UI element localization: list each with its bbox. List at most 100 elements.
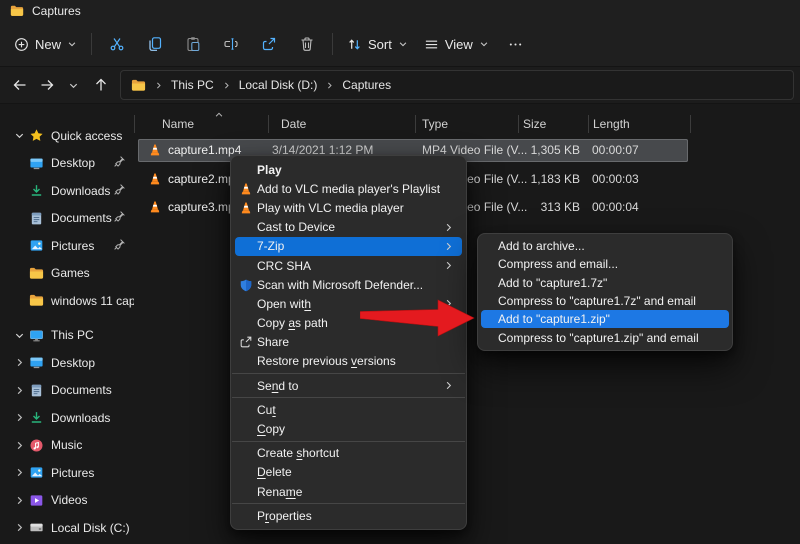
column-header-size[interactable]: Size: [523, 111, 546, 137]
scissors-icon: [109, 36, 125, 52]
context-menu-item-play-with-vlc-media-player[interactable]: Play with VLC media player: [235, 198, 462, 217]
column-header-name[interactable]: Name: [162, 111, 194, 137]
context-menu-item-properties[interactable]: Properties: [235, 506, 462, 525]
downloads-icon: [28, 183, 44, 198]
sidebar-section-quick-access[interactable]: Quick access: [0, 122, 134, 150]
chevron-down-icon[interactable]: [10, 330, 28, 341]
context-menu-item-play[interactable]: Play: [235, 160, 462, 179]
downloads-icon: [28, 410, 44, 425]
menu-item-label: Share: [257, 335, 289, 349]
sidebar-item-games[interactable]: Games: [0, 260, 134, 288]
paste-button[interactable]: [174, 28, 212, 60]
chevron-down-icon[interactable]: [10, 130, 28, 141]
submenu-item-compress-and-email-[interactable]: Compress and email...: [481, 255, 729, 273]
menu-item-label: Copy as path: [257, 316, 328, 330]
menu-item-label: Create shortcut: [257, 446, 339, 460]
up-button[interactable]: [87, 71, 114, 99]
menu-icon-spacer: [239, 296, 257, 312]
column-divider[interactable]: [134, 115, 135, 133]
chevron-right-icon: [154, 81, 163, 90]
sidebar-item-windows-11-capptu[interactable]: windows 11 capptu: [0, 287, 134, 315]
column-header-length[interactable]: Length: [593, 111, 630, 137]
delete-button[interactable]: [288, 28, 326, 60]
sidebar-item-label: Games: [51, 266, 90, 280]
sidebar-item-label: Documents: [51, 211, 112, 225]
context-menu-item-crc-sha[interactable]: CRC SHA: [235, 256, 462, 275]
window-tab-title[interactable]: Captures: [32, 4, 81, 18]
menu-item-label: 7-Zip: [257, 239, 284, 253]
column-divider[interactable]: [518, 115, 519, 133]
menu-icon-spacer: [239, 258, 257, 274]
copy-icon: [147, 36, 163, 52]
sidebar-item-label: Downloads: [51, 184, 110, 198]
chevron-right-icon[interactable]: [10, 495, 28, 506]
menu-item-label: Play: [257, 163, 282, 177]
submenu-item-compress-to-capture1-7z-and-email[interactable]: Compress to "capture1.7z" and email: [481, 292, 729, 310]
context-menu-item-restore-previous-versions[interactable]: Restore previous versions: [235, 352, 462, 371]
share-button[interactable]: [250, 28, 288, 60]
more-options-button[interactable]: [497, 28, 535, 60]
context-menu-item-7-zip[interactable]: 7-Zip: [235, 237, 462, 256]
chevron-right-icon[interactable]: [10, 522, 28, 533]
column-header-date[interactable]: Date: [281, 111, 306, 137]
submenu-item-compress-to-capture1-zip-and-email[interactable]: Compress to "capture1.zip" and email: [481, 328, 729, 346]
view-button[interactable]: View: [416, 28, 497, 60]
sidebar-item-desktop[interactable]: Desktop: [0, 349, 134, 377]
chevron-right-icon[interactable]: [10, 385, 28, 396]
breadcrumb-captures[interactable]: Captures: [342, 78, 391, 92]
column-divider[interactable]: [588, 115, 589, 133]
submenu-item-add-to-archive-[interactable]: Add to archive...: [481, 237, 729, 255]
context-menu-item-create-shortcut[interactable]: Create shortcut: [235, 444, 462, 463]
sidebar-item-documents[interactable]: Documents: [0, 377, 134, 405]
star-icon: [28, 128, 44, 143]
breadcrumb-this-pc[interactable]: This PC: [171, 78, 214, 92]
sidebar-item-pictures[interactable]: Pictures: [0, 459, 134, 487]
context-menu-item-cast-to-device[interactable]: Cast to Device: [235, 218, 462, 237]
sidebar-item-pictures[interactable]: Pictures: [0, 232, 134, 260]
cut-button[interactable]: [98, 28, 136, 60]
sidebar-item-desktop[interactable]: Desktop: [0, 150, 134, 178]
rename-button[interactable]: [212, 28, 250, 60]
sidebar-item-downloads[interactable]: Downloads: [0, 404, 134, 432]
chevron-right-icon[interactable]: [10, 412, 28, 423]
sidebar-item-label: windows 11 capptu: [51, 294, 134, 308]
context-menu-item-add-to-vlc-media-player-s-playlist[interactable]: Add to VLC media player's Playlist: [235, 179, 462, 198]
column-divider[interactable]: [690, 115, 691, 133]
sidebar-section-this-pc[interactable]: This PC: [0, 322, 134, 350]
address-field[interactable]: This PC Local Disk (D:) Captures: [120, 70, 794, 100]
context-menu-item-cut[interactable]: Cut: [235, 400, 462, 419]
chevron-right-icon: [325, 81, 334, 90]
column-divider[interactable]: [268, 115, 269, 133]
submenu-item-add-to-capture1-7z-[interactable]: Add to "capture1.7z": [481, 274, 729, 292]
sidebar-item-downloads[interactable]: Downloads: [0, 177, 134, 205]
submenu-item-add-to-capture1-zip-[interactable]: Add to "capture1.zip": [481, 310, 729, 328]
breadcrumb-local-disk-d[interactable]: Local Disk (D:): [239, 78, 318, 92]
context-menu-item-copy[interactable]: Copy: [235, 419, 462, 438]
sidebar-item-videos[interactable]: Videos: [0, 487, 134, 515]
copy-button[interactable]: [136, 28, 174, 60]
sidebar-item-music[interactable]: Music: [0, 432, 134, 460]
recent-locations-button[interactable]: [60, 71, 87, 99]
chevron-right-icon[interactable]: [10, 357, 28, 368]
back-button[interactable]: [6, 71, 33, 99]
chevron-right-icon[interactable]: [10, 467, 28, 478]
forward-button[interactable]: [33, 71, 60, 99]
folder-icon: [131, 78, 146, 93]
command-bar: New Sort View: [0, 22, 800, 67]
documents-icon: [28, 211, 44, 226]
column-header-type[interactable]: Type: [422, 111, 448, 137]
sort-button[interactable]: Sort: [339, 28, 416, 60]
share-icon: [239, 334, 257, 350]
context-menu-item-rename[interactable]: Rename: [235, 482, 462, 501]
new-button[interactable]: New: [6, 28, 85, 60]
sidebar-item-documents[interactable]: Documents: [0, 205, 134, 233]
chevron-right-icon[interactable]: [10, 440, 28, 451]
column-divider[interactable]: [415, 115, 416, 133]
sidebar-item-label: Local Disk (C:): [51, 521, 130, 535]
sidebar-item-local-disk-c-[interactable]: Local Disk (C:): [0, 514, 134, 542]
chevron-right-icon: [443, 380, 454, 391]
pictures-icon: [28, 238, 44, 253]
context-menu-item-delete[interactable]: Delete: [235, 463, 462, 482]
thispc-icon: [28, 328, 44, 343]
context-menu-item-send-to[interactable]: Send to: [235, 376, 462, 395]
